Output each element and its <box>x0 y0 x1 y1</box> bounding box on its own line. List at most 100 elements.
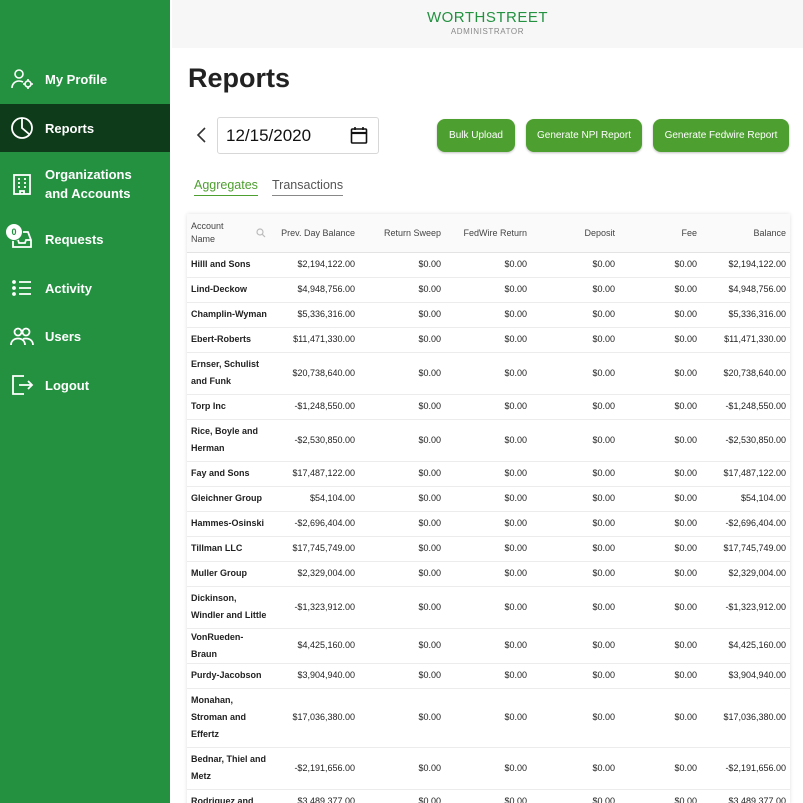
table-row[interactable]: Tillman LLC $17,745,749.00 $0.00 $0.00 $0.00… <box>187 536 790 562</box>
table-header-row: Account Name Prev. Day Balance Return Swee… <box>187 214 790 253</box>
sidebar-item-label: Organizations and Accounts <box>45 167 132 201</box>
sidebar-item-label: Requests <box>45 231 104 247</box>
cell-fee: $0.00 <box>619 789 701 803</box>
generate-fedwire-report-button[interactable]: Generate Fedwire Report <box>653 119 789 152</box>
cell-prev-day-balance: -$1,248,550.00 <box>272 394 359 420</box>
table-row[interactable]: Monahan, Stroman and Effertz $17,036,380.… <box>187 688 790 748</box>
cell-balance: $5,336,316.00 <box>701 302 790 328</box>
column-header-fedwire-return[interactable]: FedWire Return <box>445 214 531 253</box>
table-row[interactable]: Lind-Deckow $4,948,756.00 $0.00 $0.00 $0.00 $… <box>187 277 790 303</box>
cell-return-sweep: $0.00 <box>359 628 445 664</box>
sidebar-item-organizations[interactable]: Organizations and Accounts <box>0 164 170 204</box>
cell-account-name: VonRueden-Braun <box>187 628 272 664</box>
cell-return-sweep: $0.00 <box>359 327 445 353</box>
cell-fedwire-return: $0.00 <box>445 461 531 487</box>
sidebar-item-label: My Profile <box>45 71 108 87</box>
column-header-balance[interactable]: Balance <box>701 214 790 253</box>
cell-deposit: $0.00 <box>531 277 619 303</box>
table-row[interactable]: Purdy-Jacobson $3,904,940.00 $0.00 $0.00 $0.… <box>187 663 790 689</box>
cell-prev-day-balance: -$1,323,912.00 <box>272 586 359 629</box>
cell-balance: $2,329,004.00 <box>701 561 790 587</box>
cell-balance: $17,036,380.00 <box>701 688 790 748</box>
cell-fee: $0.00 <box>619 252 701 278</box>
table-row[interactable]: Gleichner Group $54,104.00 $0.00 $0.00 $0.00… <box>187 486 790 512</box>
column-header-return-sweep[interactable]: Return Sweep <box>359 214 445 253</box>
table-row[interactable]: Muller Group $2,329,004.00 $0.00 $0.00 $0.00… <box>187 561 790 587</box>
table-row[interactable]: Ernser, Schulist and Funk $20,738,640.00 $… <box>187 352 790 395</box>
search-icon[interactable] <box>256 228 266 238</box>
cell-return-sweep: $0.00 <box>359 419 445 462</box>
calendar-icon[interactable] <box>350 126 368 145</box>
cell-return-sweep: $0.00 <box>359 789 445 803</box>
cell-fedwire-return: $0.00 <box>445 789 531 803</box>
column-header-account-name[interactable]: Account Name <box>187 214 272 253</box>
cell-account-name: Ebert-Roberts <box>187 327 272 353</box>
sidebar-item-my-profile[interactable]: My Profile <box>0 61 170 97</box>
table-row[interactable]: Rice, Boyle and Herman -$2,530,850.00 $0.0… <box>187 419 790 462</box>
sidebar-item-reports[interactable]: Reports <box>0 104 170 152</box>
cell-fee: $0.00 <box>619 486 701 512</box>
table-row[interactable]: Champlin-Wyman $5,336,316.00 $0.00 $0.00 $0.… <box>187 302 790 328</box>
column-header-prev-day-balance[interactable]: Prev. Day Balance <box>272 214 359 253</box>
cell-account-name: Hilll and Sons <box>187 252 272 278</box>
cell-deposit: $0.00 <box>531 789 619 803</box>
sidebar: My Profile Reports Organizations and Acc… <box>0 0 170 803</box>
cell-balance: $17,487,122.00 <box>701 461 790 487</box>
table-row[interactable]: Fay and Sons $17,487,122.00 $0.00 $0.00 $0.0… <box>187 461 790 487</box>
cell-prev-day-balance: -$2,696,404.00 <box>272 511 359 537</box>
cell-fee: $0.00 <box>619 277 701 303</box>
cell-balance: $2,194,122.00 <box>701 252 790 278</box>
cell-fedwire-return: $0.00 <box>445 419 531 462</box>
tab-transactions[interactable]: Transactions <box>272 178 344 196</box>
table-row[interactable]: Hilll and Sons $2,194,122.00 $0.00 $0.00 $0.… <box>187 252 790 278</box>
requests-count-badge: 0 <box>5 223 23 241</box>
table-row[interactable]: Torp Inc -$1,248,550.00 $0.00 $0.00 $0.00 $0.… <box>187 394 790 420</box>
cell-fee: $0.00 <box>619 688 701 748</box>
column-header-fee[interactable]: Fee <box>619 214 701 253</box>
cell-account-name: Fay and Sons <box>187 461 272 487</box>
cell-fedwire-return: $0.00 <box>445 327 531 353</box>
cell-fee: $0.00 <box>619 302 701 328</box>
list-icon <box>10 276 34 300</box>
cell-deposit: $0.00 <box>531 511 619 537</box>
tab-aggregates[interactable]: Aggregates <box>194 178 258 196</box>
cell-return-sweep: $0.00 <box>359 536 445 562</box>
cell-return-sweep: $0.00 <box>359 302 445 328</box>
cell-account-name: Bednar, Thiel and Metz <box>187 747 272 790</box>
table-row[interactable]: Rodriguez and $3,489,377.00 $0.00 $0.00 $0.0… <box>187 789 790 803</box>
cell-deposit: $0.00 <box>531 252 619 278</box>
cell-account-name: Hammes-Osinski <box>187 511 272 537</box>
cell-balance: $20,738,640.00 <box>701 352 790 395</box>
table-body: Hilll and Sons $2,194,122.00 $0.00 $0.00 $0.… <box>187 252 790 803</box>
table-row[interactable]: Dickinson, Windler and Little -$1,323,912… <box>187 586 790 629</box>
sidebar-item-requests[interactable]: 0 Requests <box>0 223 170 252</box>
cell-account-name: Ernser, Schulist and Funk <box>187 352 272 395</box>
table-row[interactable]: VonRueden-Braun $4,425,160.00 $0.00 $0.00 $0… <box>187 628 790 664</box>
cell-fedwire-return: $0.00 <box>445 302 531 328</box>
sidebar-item-label: Activity <box>45 280 92 296</box>
table-row[interactable]: Ebert-Roberts $11,471,330.00 $0.00 $0.00 $0.… <box>187 327 790 353</box>
cell-fedwire-return: $0.00 <box>445 252 531 278</box>
bulk-upload-button[interactable]: Bulk Upload <box>437 119 515 152</box>
generate-npi-report-button[interactable]: Generate NPI Report <box>526 119 642 152</box>
cell-deposit: $0.00 <box>531 327 619 353</box>
cell-deposit: $0.00 <box>531 394 619 420</box>
cell-deposit: $0.00 <box>531 461 619 487</box>
cell-fee: $0.00 <box>619 586 701 629</box>
cell-account-name: Dickinson, Windler and Little <box>187 586 272 629</box>
cell-account-name: Torp Inc <box>187 394 272 420</box>
sidebar-item-activity[interactable]: Activity <box>0 275 170 301</box>
header-bar: WORTHSTREET ADMINISTRATOR <box>172 0 803 48</box>
cell-prev-day-balance: $17,487,122.00 <box>272 461 359 487</box>
cell-balance: -$2,530,850.00 <box>701 419 790 462</box>
cell-prev-day-balance: $5,336,316.00 <box>272 302 359 328</box>
sidebar-item-logout[interactable]: Logout <box>0 372 170 398</box>
table-row[interactable]: Hammes-Osinski -$2,696,404.00 $0.00 $0.00 $0… <box>187 511 790 537</box>
sidebar-item-users[interactable]: Users <box>0 323 170 349</box>
table-row[interactable]: Bednar, Thiel and Metz -$2,191,656.00 $0.0… <box>187 747 790 790</box>
chevron-left-icon[interactable] <box>194 125 210 145</box>
date-input[interactable]: 12/15/2020 <box>217 117 379 154</box>
column-header-deposit[interactable]: Deposit <box>531 214 619 253</box>
cell-fedwire-return: $0.00 <box>445 352 531 395</box>
cell-fee: $0.00 <box>619 561 701 587</box>
